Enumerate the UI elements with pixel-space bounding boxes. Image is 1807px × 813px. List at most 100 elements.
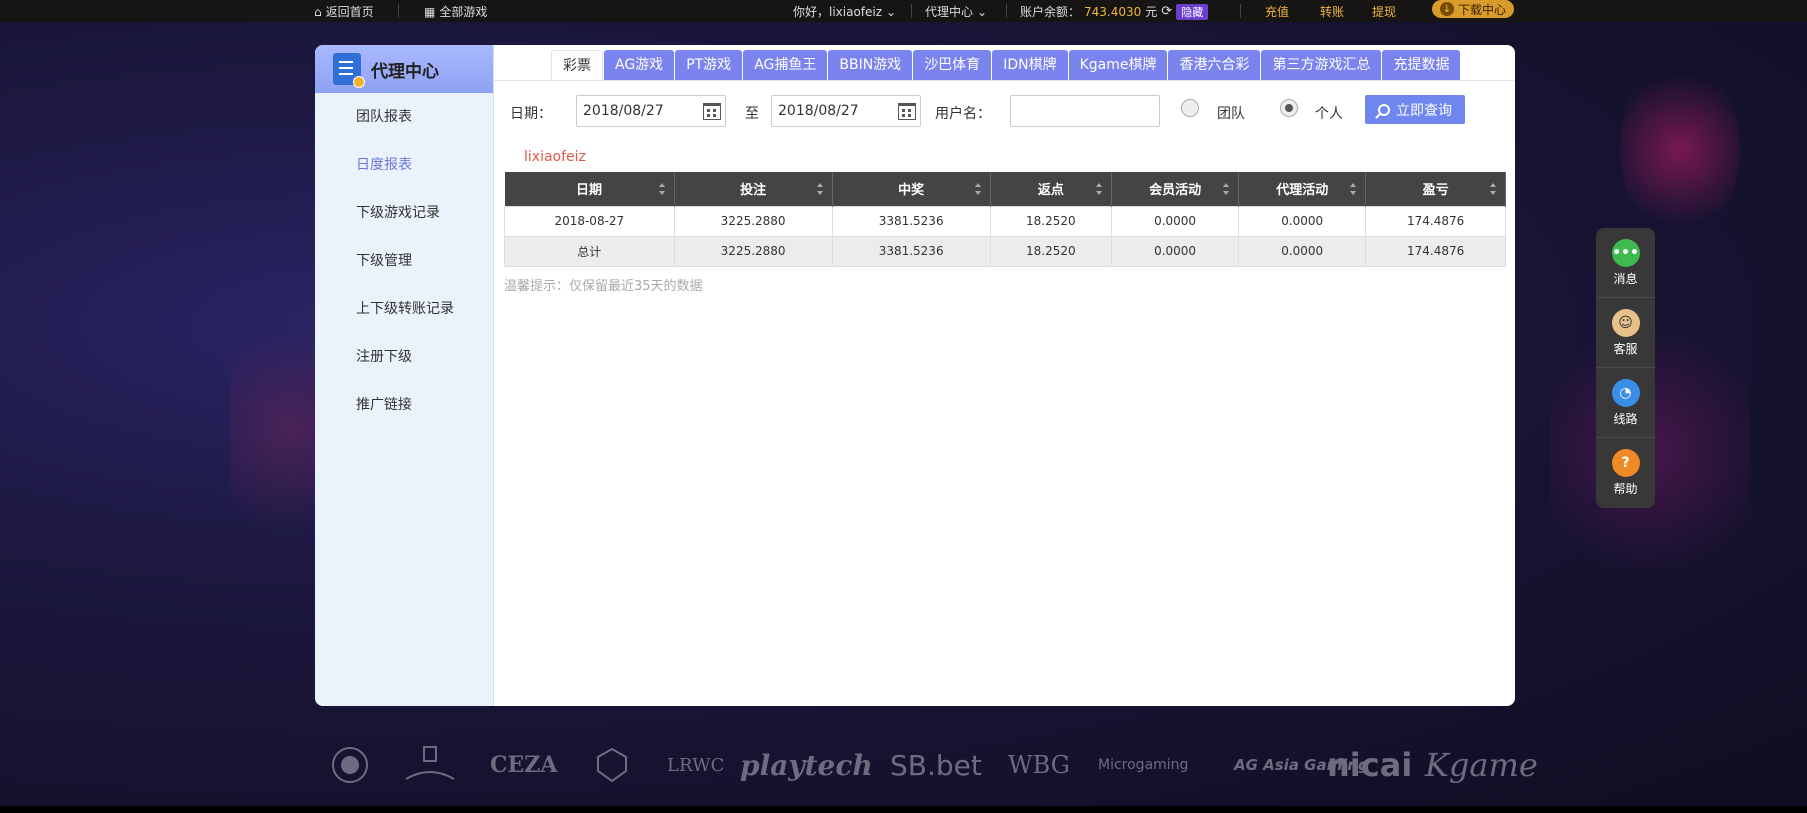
crest-logo	[400, 740, 460, 790]
calendar-icon[interactable]	[898, 103, 916, 120]
floating-toolbar: ••• 消息 ☺ 客服 ◔ 线路 ? 帮助	[1596, 228, 1655, 508]
date-label: 日期：	[510, 106, 552, 122]
search-icon	[1378, 103, 1390, 116]
grid-icon: ▦	[424, 4, 436, 19]
all-games-link[interactable]: ▦ 全部游戏	[424, 3, 487, 20]
sidebar-header: 代理中心	[315, 45, 493, 93]
tab-hk-mark-six[interactable]: 香港六合彩	[1168, 50, 1261, 80]
sidebar-item-transfer-records[interactable]: 上下级转账记录	[315, 285, 493, 333]
column-agent-activity[interactable]: 代理活动	[1238, 172, 1367, 206]
hide-balance-button[interactable]: 隐藏	[1176, 3, 1209, 20]
chat-icon: •••	[1611, 238, 1640, 267]
sbobet-logo: SB.bet	[890, 748, 982, 782]
divider	[911, 4, 912, 18]
calendar-icon[interactable]	[703, 103, 721, 120]
tab-deposit-withdraw-data[interactable]: 充提数据	[1382, 50, 1461, 80]
user-menu[interactable]: 你好，lixiaofeiz ⌄	[793, 3, 896, 20]
to-label: 至	[745, 106, 759, 122]
bottom-strip	[0, 806, 1807, 813]
home-link[interactable]: ⌂ 返回首页	[314, 3, 374, 20]
help-button[interactable]: ? 帮助	[1596, 438, 1655, 508]
tab-divider	[494, 80, 1515, 81]
sidebar-item-sub-management[interactable]: 下级管理	[315, 237, 493, 285]
tab-idn-poker[interactable]: IDN棋牌	[992, 50, 1068, 80]
sidebar-item-register-sub[interactable]: 注册下级	[315, 333, 493, 381]
balance-value: 743.4030	[1084, 4, 1142, 19]
game-tabs: 彩票 AG游戏 PT游戏 AG捕鱼王 BBIN游戏 沙巴体育 IDN棋牌 Kga…	[551, 50, 1461, 80]
kgame-logo: Kgame	[1425, 746, 1538, 784]
message-button[interactable]: ••• 消息	[1596, 228, 1655, 298]
daily-report-table: 日期 投注 中奖 返点 会员活动 代理活动 盈亏 2018-08-27 3225…	[504, 172, 1506, 267]
microgaming-logo: Microgaming	[1098, 757, 1189, 773]
speedometer-icon: ◔	[1611, 378, 1640, 407]
headset-icon: ☺	[1611, 308, 1640, 337]
route-button[interactable]: ◔ 线路	[1596, 368, 1655, 438]
playtech-logo: playtech	[740, 748, 873, 782]
lion-crest-logo	[592, 740, 632, 790]
team-label: 团队	[1217, 106, 1245, 122]
tab-pt-games[interactable]: PT游戏	[675, 50, 743, 80]
sort-icon	[974, 183, 982, 195]
tab-bbin-games[interactable]: BBIN游戏	[828, 50, 913, 80]
agent-center-menu[interactable]: 代理中心 ⌄	[925, 3, 987, 20]
column-date[interactable]: 日期	[504, 172, 675, 206]
sort-icon	[1223, 183, 1230, 195]
column-win[interactable]: 中奖	[832, 172, 991, 206]
tab-ag-games[interactable]: AG游戏	[604, 50, 675, 80]
divider	[1240, 4, 1241, 18]
filter-bar: 日期： 2018/08/27 至 2018/08/27 用户名： 团队 个人 立…	[494, 95, 1515, 127]
sort-icon	[1350, 183, 1357, 195]
chevron-down-icon: ⌄	[977, 4, 988, 19]
sort-icon	[1490, 183, 1497, 195]
transfer-link[interactable]: 转账	[1320, 3, 1344, 20]
sidebar-title: 代理中心	[371, 61, 439, 82]
search-button[interactable]: 立即查询	[1365, 95, 1465, 124]
team-radio[interactable]	[1181, 99, 1199, 117]
chevron-down-icon: ⌄	[886, 4, 897, 19]
sidebar-item-daily-report[interactable]: 日度报表	[315, 141, 493, 189]
sidebar-item-sub-game-records[interactable]: 下级游戏记录	[315, 189, 493, 237]
recharge-link[interactable]: 充值	[1265, 3, 1289, 20]
balance: 账户余额： 743.4030 元 ⟳ 隐藏	[1020, 3, 1209, 20]
column-member-activity[interactable]: 会员活动	[1111, 172, 1240, 206]
column-rebate[interactable]: 返点	[990, 172, 1113, 206]
current-username: lixiaofeiz	[524, 149, 586, 165]
ceza-logo: CEZA	[490, 752, 558, 778]
tab-ag-fishing[interactable]: AG捕鱼王	[743, 50, 828, 80]
tab-kgame-poker[interactable]: Kgame棋牌	[1068, 50, 1168, 80]
personal-label: 个人	[1315, 106, 1343, 122]
download-icon: ↓	[1439, 2, 1454, 16]
date-to-input[interactable]: 2018/08/27	[771, 95, 921, 127]
table-header-row: 日期 投注 中奖 返点 会员活动 代理活动 盈亏	[504, 172, 1506, 206]
withdraw-link[interactable]: 提现	[1372, 3, 1396, 20]
customer-service-button[interactable]: ☺ 客服	[1596, 298, 1655, 368]
emblem-logo	[330, 740, 370, 790]
sort-icon	[1096, 183, 1103, 195]
tab-saba-sports[interactable]: 沙巴体育	[913, 50, 992, 80]
column-bet[interactable]: 投注	[674, 172, 833, 206]
sidebar-menu: 团队报表 日度报表 下级游戏记录 下级管理 上下级转账记录 注册下级 推广链接	[315, 93, 493, 429]
refresh-icon[interactable]: ⟳	[1161, 4, 1172, 19]
help-icon: ?	[1611, 449, 1640, 477]
sidebar-item-team-report[interactable]: 团队报表	[315, 93, 493, 141]
document-icon	[333, 53, 365, 88]
tab-lottery[interactable]: 彩票	[551, 50, 603, 80]
sort-icon	[816, 183, 824, 195]
top-bar: ⌂ 返回首页 ▦ 全部游戏 你好，lixiaofeiz ⌄ 代理中心 ⌄ 账户余…	[0, 0, 1807, 22]
wbg-logo: WBG	[1008, 751, 1070, 779]
table-total-row: 总计 3225.2880 3381.5236 18.2520 0.0000 0.…	[504, 235, 1506, 267]
personal-radio[interactable]	[1280, 99, 1298, 117]
divider	[1006, 4, 1007, 18]
date-from-input[interactable]: 2018/08/27	[576, 95, 726, 127]
sidebar-item-promo-link[interactable]: 推广链接	[315, 381, 493, 429]
lrwc-logo: LRWC	[667, 754, 725, 776]
agent-center-panel: 代理中心 团队报表 日度报表 下级游戏记录 下级管理 上下级转账记录 注册下级 …	[315, 45, 1515, 706]
username-label: 用户名：	[935, 106, 991, 122]
data-retention-tip: 温馨提示：仅保留最近35天的数据	[504, 279, 703, 294]
home-icon: ⌂	[314, 4, 322, 19]
username-input[interactable]	[1010, 95, 1160, 127]
partner-logos: CEZA LRWC playtech SB.bet WBG Microgamin…	[320, 740, 1538, 790]
download-center-button[interactable]: ↓ 下载中心	[1432, 0, 1514, 18]
tab-third-party-summary[interactable]: 第三方游戏汇总	[1261, 50, 1382, 80]
column-profit-loss[interactable]: 盈亏	[1365, 172, 1506, 206]
